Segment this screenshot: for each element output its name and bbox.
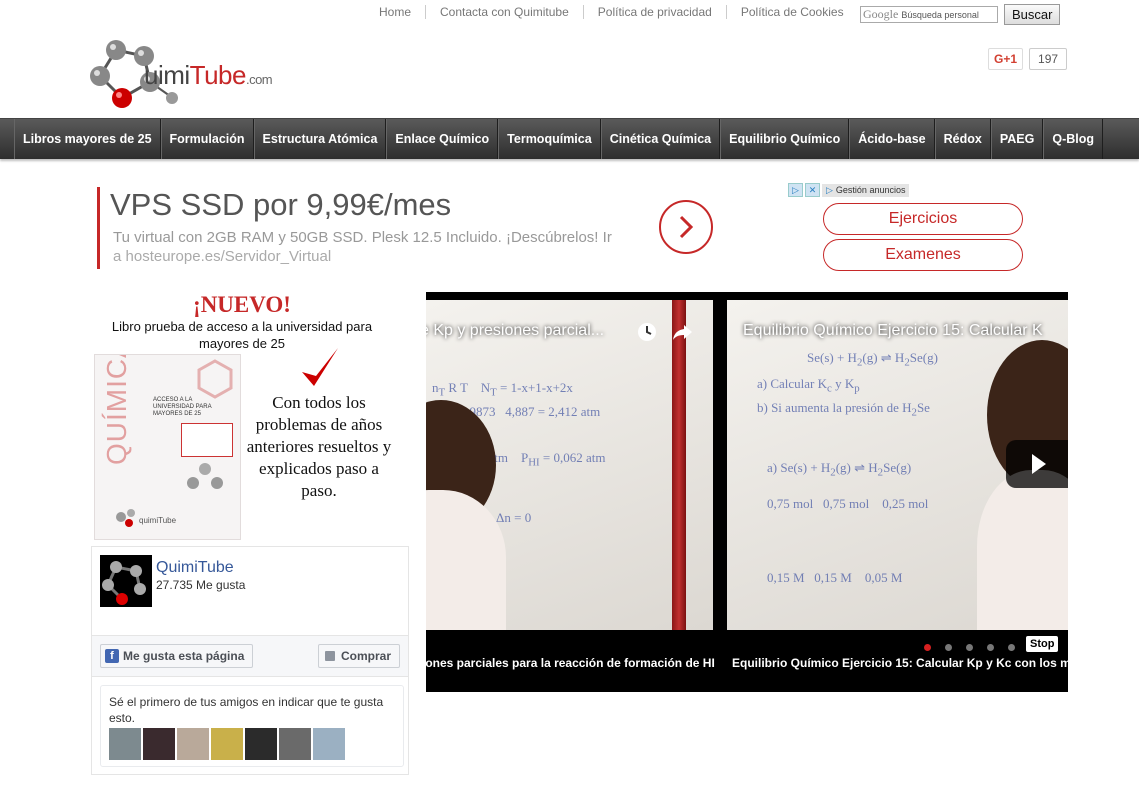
nav-redox[interactable]: Rédox [934,119,991,159]
red-column [672,300,686,630]
adchoices-label: ▷ Gestión anuncios [822,183,910,197]
slider-dot[interactable] [987,644,994,651]
logo-part2: Tube [189,60,247,90]
gplus-widget: G+1 197 [988,48,1068,70]
nav-estructura-atomica[interactable]: Estructura Atómica [253,119,387,159]
slider-dot[interactable] [1008,644,1015,651]
friend-avatar[interactable] [109,728,141,760]
cookies-link[interactable]: Política de Cookies [725,5,858,19]
svg-text:quimiTube: quimiTube [139,516,177,525]
book-cover-subtitle: ACCESO A LA UNIVERSIDAD PARA MAYORES DE … [153,397,212,417]
home-link[interactable]: Home [365,5,425,19]
facebook-page-box: QuimiTube 27.735 Me gusta f Me gusta esta… [91,546,409,775]
video-title-1[interactable]: e Kp y presiones parcial... [426,322,604,340]
slider-dot[interactable] [924,644,931,651]
slider-dot[interactable] [966,644,973,651]
clock-icon[interactable] [636,321,658,343]
play-icon [1032,454,1046,474]
publisher-logo: quimiTube [116,509,177,527]
nav-paeg[interactable]: PAEG [990,119,1044,159]
video-slide-1[interactable]: nT R T NT = 1-x+1-x+2x PT = 0,9873 4,887… [426,300,713,630]
video-caption-1[interactable]: iones parciales para la reacción de form… [426,656,715,670]
book-cover-image[interactable]: QUÍMICA ACCESO A LA UNIVERSIDAD PARA MAY… [94,354,241,540]
friend-avatar[interactable] [143,728,175,760]
chevron-right-icon [679,215,694,239]
checkmark-icon [302,348,338,386]
nav-equilibrio-quimico[interactable]: Equilibrio Químico [720,119,850,159]
ejercicios-button[interactable]: Ejercicios [823,203,1023,235]
close-icon[interactable]: ✕ [805,183,820,197]
play-button[interactable] [1006,440,1068,488]
ad-headline[interactable]: VPS SSD por 9,99€/mes [110,187,451,223]
gplus-button[interactable]: G+1 [988,48,1024,70]
shopping-bag-icon [325,651,335,661]
ad-choices[interactable]: ▷ ✕ ▷ Gestión anuncios [788,183,910,197]
fb-buy-label: Comprar [341,649,392,663]
fb-friends-box: Sé el primero de tus amigos en indicar q… [100,685,404,767]
nav-cinetica-quimica[interactable]: Cinética Química [600,119,721,159]
fb-page-name[interactable]: QuimiTube [156,559,234,577]
slider-stop-button[interactable]: Stop [1026,636,1059,652]
video-caption-2[interactable]: Equilibrio Químico Ejercicio 15: Calcula… [732,656,1068,670]
nav-termoquimica[interactable]: Termoquímica [498,119,601,159]
logo-part1: uimi [144,60,190,90]
adchoices-text: Gestión anuncios [835,185,906,195]
friend-avatar[interactable] [211,728,243,760]
facebook-icon: f [105,649,119,663]
adchoices-icon: ▷ [788,183,803,197]
friend-avatar[interactable] [177,728,209,760]
molecule-icon [102,561,146,605]
main-nav: Libros mayores de 25 Formulación Estruct… [0,118,1139,159]
contact-link[interactable]: Contacta con Quimitube [425,5,583,19]
nav-libros[interactable]: Libros mayores de 25 [14,119,161,159]
video-slider: nT R T NT = 1-x+1-x+2x PT = 0,9873 4,887… [426,292,1068,692]
nav-formulacion[interactable]: Formulación [160,119,254,159]
presenter-image [977,470,1068,630]
nav-qblog[interactable]: Q-Blog [1043,119,1104,159]
video-title-2[interactable]: Equilibrio Químico Ejercicio 15: Calcula… [743,322,1043,340]
promo-nuevo: ¡NUEVO! [193,292,291,317]
search-input[interactable]: Google Búsqueda personal [860,6,998,23]
book-cover-card [181,423,233,457]
logo-text: uimiTube.com [144,60,273,91]
book-cover-title: QUÍMICA [101,354,132,465]
search-form: Google Búsqueda personal Buscar [860,4,1061,25]
search-placeholder: Búsqueda personal [901,9,979,20]
share-icon[interactable] [672,322,694,342]
ad-description: Tu virtual con 2GB RAM y 50GB SSD. Plesk… [113,229,612,246]
slider-dots [924,644,1029,651]
nav-acido-base[interactable]: Ácido-base [849,119,935,159]
friend-avatar[interactable] [245,728,277,760]
nav-enlace-quimico[interactable]: Enlace Químico [386,119,499,159]
logo-suffix: .com [245,72,273,87]
molecule-icon [187,463,223,489]
google-logo: Google [863,7,899,21]
slider-dot[interactable] [945,644,952,651]
fb-friend-faces [109,728,347,760]
examenes-button[interactable]: Examenes [823,239,1023,271]
fb-buy-button[interactable]: Comprar [318,644,401,668]
fb-friends-text: Sé el primero de tus amigos en indicar q… [109,695,384,725]
fb-like-count: 27.735 Me gusta [156,578,246,592]
search-button[interactable]: Buscar [1004,4,1061,25]
book-promo[interactable]: ¡NUEVO! Libro prueba de acceso a la univ… [92,292,392,540]
promo-text: Con todos los problemas de años anterior… [246,393,392,500]
hexagon-icon [197,359,233,399]
ad-arrow-button[interactable] [659,200,713,254]
fb-page-avatar[interactable] [100,555,152,607]
fb-action-bar: f Me gusta esta página Comprar [92,635,408,677]
fb-like-button[interactable]: f Me gusta esta página [100,644,254,668]
top-links: Home Contacta con Quimitube Política de … [365,5,858,19]
promo-subtitle: Libro prueba de acceso a la universidad … [111,319,373,351]
friend-avatar[interactable] [279,728,311,760]
site-logo[interactable]: uimiTube.com [88,36,328,110]
gplus-count: 197 [1029,48,1068,70]
ad-url[interactable]: a hosteurope.es/Servidor_Virtual [113,248,331,265]
ad-banner[interactable]: VPS SSD por 9,99€/mes Tu virtual con 2GB… [97,187,740,269]
friend-avatar[interactable] [313,728,345,760]
fb-like-label: Me gusta esta página [123,649,245,663]
privacy-link[interactable]: Política de privacidad [582,5,726,19]
